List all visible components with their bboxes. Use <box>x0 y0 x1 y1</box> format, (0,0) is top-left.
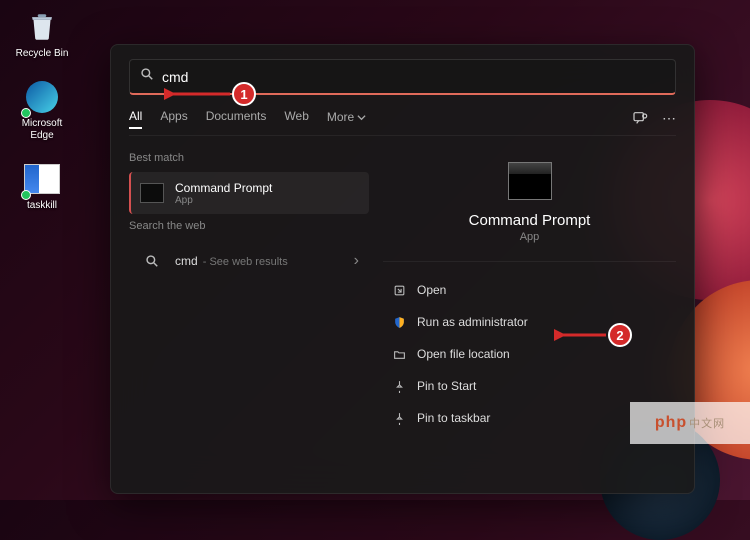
app-preview-icon <box>508 162 552 200</box>
result-command-prompt[interactable]: Command Prompt App <box>129 172 369 214</box>
action-label: Open <box>417 283 446 297</box>
tab-more[interactable]: More <box>327 109 366 129</box>
desktop-icon-label: Microsoft Edge <box>12 118 72 142</box>
folder-icon <box>391 348 407 361</box>
preview-title: Command Prompt <box>469 212 591 229</box>
search-bar[interactable] <box>129 59 676 95</box>
result-subtitle: App <box>175 195 272 206</box>
search-input[interactable] <box>162 69 665 85</box>
action-label: Pin to Start <box>417 379 476 393</box>
action-label: Open file location <box>417 347 510 361</box>
pin-icon <box>391 380 407 393</box>
document-icon <box>24 164 60 194</box>
tab-web[interactable]: Web <box>284 109 308 129</box>
action-run-as-admin[interactable]: Run as administrator <box>383 306 676 338</box>
status-indicator <box>21 190 31 200</box>
start-search-panel: All Apps Documents Web More ⋯ Best match… <box>110 44 695 494</box>
action-label: Pin to taskbar <box>417 411 490 425</box>
tab-more-label: More <box>327 110 354 124</box>
shield-icon <box>391 316 407 329</box>
tab-all[interactable]: All <box>129 109 142 129</box>
action-open[interactable]: Open <box>383 274 676 306</box>
action-pin-to-start[interactable]: Pin to Start <box>383 370 676 402</box>
preview-subtitle: App <box>520 231 540 243</box>
section-best-match: Best match <box>129 152 369 164</box>
desktop-icon-label: Recycle Bin <box>16 48 69 60</box>
feedback-button[interactable] <box>632 110 648 129</box>
section-search-web: Search the web <box>129 220 369 232</box>
taskkill-shortcut[interactable]: taskkill <box>12 160 72 212</box>
desktop-icons: Recycle Bin Microsoft Edge taskkill <box>12 8 72 212</box>
recycle-bin-icon <box>23 8 61 46</box>
watermark-brand: php <box>655 414 687 432</box>
tab-apps[interactable]: Apps <box>160 109 187 129</box>
search-icon <box>140 67 154 86</box>
open-icon <box>391 284 407 297</box>
filter-tabs-row: All Apps Documents Web More ⋯ <box>129 109 676 136</box>
result-title: Command Prompt <box>175 181 272 195</box>
watermark: php中文网 <box>630 402 750 444</box>
watermark-suffix: 中文网 <box>689 415 725 431</box>
microsoft-edge[interactable]: Microsoft Edge <box>12 78 72 142</box>
results-column: Best match Command Prompt App Search the… <box>129 146 369 483</box>
action-open-file-location[interactable]: Open file location <box>383 338 676 370</box>
edge-icon <box>26 81 58 113</box>
tab-documents[interactable]: Documents <box>206 109 267 129</box>
chevron-down-icon <box>357 113 366 122</box>
recycle-bin[interactable]: Recycle Bin <box>12 8 72 60</box>
search-icon <box>139 248 165 274</box>
desktop-icon-label: taskkill <box>27 200 57 212</box>
chevron-right-icon: › <box>354 252 359 270</box>
terminal-icon <box>140 183 164 203</box>
pin-icon <box>391 412 407 425</box>
action-label: Run as administrator <box>417 315 528 329</box>
web-hint: - See web results <box>200 256 288 268</box>
result-web-search[interactable]: cmd - See web results › <box>129 240 369 282</box>
web-term: cmd <box>175 254 198 268</box>
more-options-button[interactable]: ⋯ <box>662 110 676 129</box>
status-indicator <box>21 108 31 118</box>
